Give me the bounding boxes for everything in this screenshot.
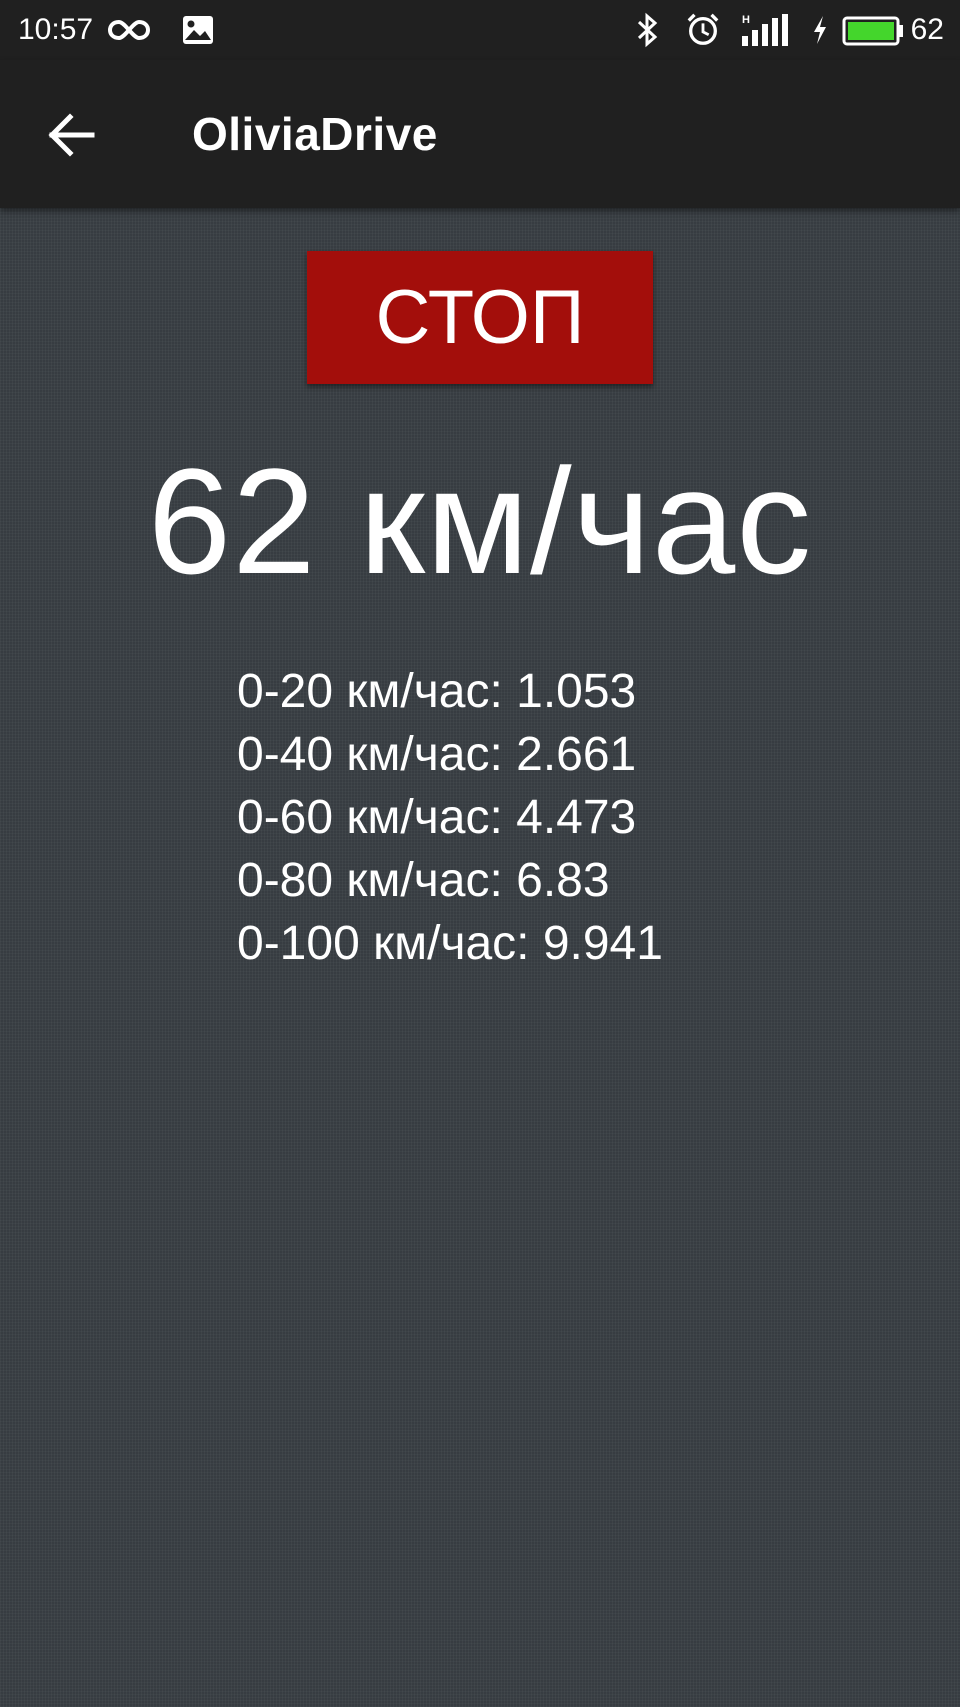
infinity-icon [108,19,150,41]
acceleration-result-0-100: 0-100 км/час: 9.941 [237,917,663,970]
app-title: OliviaDrive [192,108,438,160]
acceleration-results: 0-20 км/час: 1.053 0-40 км/час: 2.661 0-… [237,660,663,975]
alarm-icon [687,13,719,45]
battery-percentage: 62 [910,13,944,46]
bluetooth-icon [637,12,658,48]
status-bar: 10:57 H 62 [0,0,960,60]
svg-text:H: H [742,14,750,26]
arrow-left-icon[interactable] [44,110,104,160]
acceleration-result-0-60: 0-60 км/час: 4.473 [237,791,637,844]
acceleration-result-0-20: 0-20 км/час: 1.053 [237,665,637,718]
acceleration-result-0-80: 0-80 км/час: 6.83 [237,854,610,907]
current-speed: 62 км/час [147,437,813,605]
status-time: 10:57 [18,13,94,46]
main-content: СТОП 62 км/час 0-20 км/час: 1.053 0-40 к… [0,208,960,1707]
image-notification-icon [183,16,213,44]
charging-icon [814,16,826,44]
stop-button[interactable]: СТОП [307,251,653,384]
app-bar: OliviaDrive [0,60,960,208]
acceleration-result-0-40: 0-40 км/час: 2.661 [237,728,637,781]
signal-icon: H [742,14,788,46]
battery-level-fill [848,22,894,40]
battery-icon [842,16,903,46]
back-button[interactable] [44,110,104,160]
